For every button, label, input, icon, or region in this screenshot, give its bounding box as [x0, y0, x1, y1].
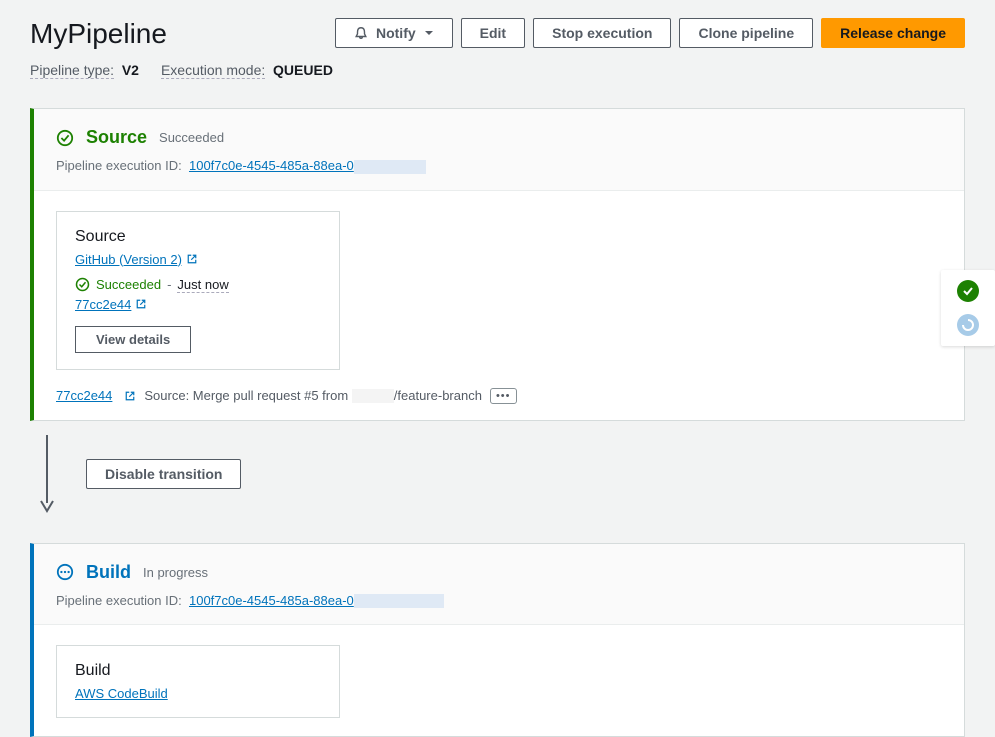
pipeline-type-value: V2: [122, 62, 139, 78]
footer-commit-link[interactable]: 77cc2e44: [56, 388, 112, 403]
edit-button[interactable]: Edit: [461, 18, 525, 48]
more-button[interactable]: •••: [490, 388, 517, 404]
commit-link[interactable]: 77cc2e44: [75, 297, 131, 312]
notify-button[interactable]: Notify: [335, 18, 453, 48]
status-side-panel: [941, 270, 995, 346]
view-details-button[interactable]: View details: [75, 326, 191, 353]
redacted-segment: [354, 594, 444, 608]
exec-id-label: Pipeline execution ID:: [56, 593, 182, 608]
exec-id-link[interactable]: 100f7c0e-4545-485a-88ea-0: [189, 593, 444, 608]
external-icon: [124, 390, 136, 402]
external-icon: [135, 298, 147, 310]
external-icon: [186, 253, 198, 265]
provider-link[interactable]: GitHub (Version 2): [75, 252, 182, 267]
transition-row: Disable transition: [30, 421, 965, 527]
redacted-segment: [352, 389, 394, 403]
exec-id-link[interactable]: 100f7c0e-4545-485a-88ea-0: [189, 158, 426, 173]
in-progress-icon: [56, 563, 74, 581]
provider-link[interactable]: AWS CodeBuild: [75, 686, 168, 701]
stage-source-status: Succeeded: [159, 130, 224, 145]
stage-build-name: Build: [86, 562, 131, 583]
pipeline-title: MyPipeline: [30, 18, 167, 50]
exec-id-label: Pipeline execution ID:: [56, 158, 182, 173]
disable-transition-button[interactable]: Disable transition: [86, 459, 241, 489]
action-timestamp: Just now: [177, 277, 228, 293]
footer-message: Source: Merge pull request #5 from /feat…: [144, 388, 482, 404]
stage-source: Source Succeeded Pipeline execution ID: …: [30, 108, 965, 421]
status-badge-success[interactable]: [957, 280, 979, 302]
action-bar: Notify Edit Stop execution Clone pipelin…: [335, 18, 965, 48]
action-title: Source: [75, 228, 321, 246]
pipeline-meta: Pipeline type: V2 Execution mode: QUEUED: [0, 50, 995, 92]
bell-icon: [354, 26, 368, 40]
execution-mode-label: Execution mode:: [161, 62, 265, 79]
stop-execution-button[interactable]: Stop execution: [533, 18, 671, 48]
caret-down-icon: [424, 28, 434, 38]
action-card-source: Source GitHub (Version 2) Succeeded - Ju…: [56, 211, 340, 370]
arrow-down-icon: [39, 435, 55, 513]
progress-icon: [962, 319, 974, 331]
action-title: Build: [75, 662, 321, 680]
stage-source-name: Source: [86, 127, 147, 148]
notify-label: Notify: [376, 25, 416, 41]
action-card-build: Build AWS CodeBuild: [56, 645, 340, 718]
stage-build-status: In progress: [143, 565, 208, 580]
stage-build: Build In progress Pipeline execution ID:…: [30, 543, 965, 737]
status-badge-progress[interactable]: [957, 314, 979, 336]
success-icon: [75, 277, 90, 292]
action-status: Succeeded: [96, 277, 161, 292]
execution-mode-value: QUEUED: [273, 62, 333, 78]
clone-pipeline-button[interactable]: Clone pipeline: [679, 18, 813, 48]
release-change-button[interactable]: Release change: [821, 18, 965, 48]
pipeline-type-label: Pipeline type:: [30, 62, 114, 79]
success-icon: [56, 129, 74, 147]
check-icon: [962, 285, 974, 297]
redacted-segment: [354, 160, 426, 174]
